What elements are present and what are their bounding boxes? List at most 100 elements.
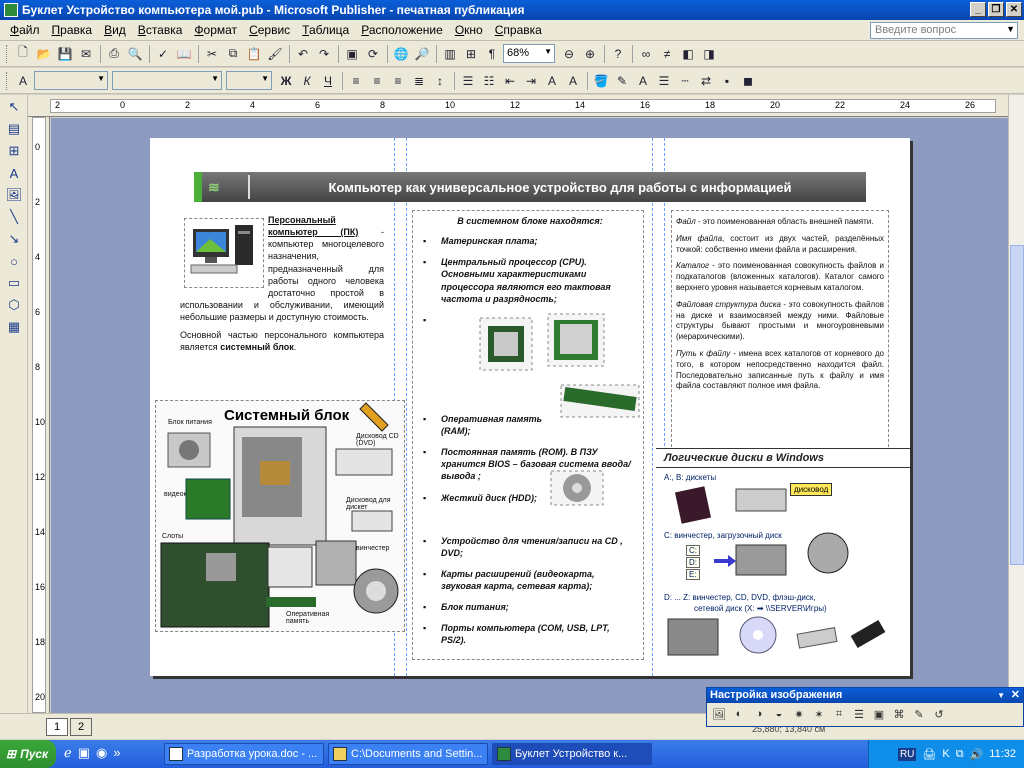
more-contrast-icon[interactable]: ◑ [749,705,769,723]
print-preview-icon[interactable]: 🔍 [125,44,145,64]
bullets-icon[interactable]: ☷ [479,71,499,91]
menu-view[interactable]: Вид [98,23,132,37]
increase-font-icon[interactable]: A [563,71,583,91]
volume-icon[interactable]: 🔊 [970,748,984,761]
redo-icon[interactable]: ↷ [314,44,334,64]
format-picture-icon[interactable]: ✎ [909,705,929,723]
text-box-icon[interactable]: ▤ [3,119,25,139]
intel-cpu-image[interactable] [546,312,606,371]
pilcrow-icon[interactable]: ¶ [482,44,502,64]
menu-arrange[interactable]: Расположение [355,23,449,37]
menu-insert[interactable]: Вставка [132,23,189,37]
system-block-contents[interactable]: В системном блоке находятся: Материнская… [412,210,644,660]
minimize-button[interactable]: _ [970,2,986,17]
zoom-icon[interactable]: 🔎 [412,44,432,64]
design-gallery-icon[interactable]: ▦ [3,317,25,337]
cut-icon[interactable]: ✂ [202,44,222,64]
close-button[interactable]: ✕ [1006,2,1022,17]
open-icon[interactable]: 📂 [34,44,54,64]
page-tab-2[interactable]: 2 [70,718,92,736]
ie-icon[interactable]: ℯ [64,745,72,761]
quicklaunch-more-icon[interactable]: » [113,745,120,761]
restore-button[interactable]: ❐ [988,2,1004,17]
insert-picture-icon[interactable]: 🖼 [709,705,729,723]
numbering-icon[interactable]: ☰ [458,71,478,91]
research-icon[interactable]: 📖 [174,44,194,64]
compress-icon[interactable]: ▣ [869,705,889,723]
autoshapes-icon[interactable]: ⬡ [3,295,25,315]
underline-icon[interactable]: Ч [318,71,338,91]
insert-hyperlink-icon[interactable]: 🌐 [391,44,411,64]
hdd-image[interactable] [550,470,604,509]
toolbar-grip[interactable] [6,71,9,90]
font-select[interactable]: ▼ [112,71,222,90]
language-indicator[interactable]: RU [897,747,917,761]
menu-edit[interactable]: Правка [46,23,99,37]
oval-icon[interactable]: ○ [3,251,25,271]
line-style-icon[interactable]: ☰ [654,71,674,91]
style-select[interactable]: ▼ [34,71,108,90]
system-block-picture[interactable]: Системный блок Блок питания видеокарта С… [155,400,405,632]
select-arrow-icon[interactable]: ↖ [3,97,25,117]
file-definitions-frame[interactable]: Файл - это поименованная область внешней… [671,210,889,452]
wordart-icon[interactable]: A [3,163,25,183]
toolbar-grip[interactable] [6,44,9,63]
publication-page[interactable]: ≋ Компьютер как универсальное устройство… [150,138,910,676]
align-right-icon[interactable]: ≡ [388,71,408,91]
menu-format[interactable]: Формат [188,23,243,37]
menu-file[interactable]: Файл [4,23,46,37]
columns-icon[interactable]: ▥ [440,44,460,64]
picture-icon[interactable]: 🖼 [3,185,25,205]
justify-icon[interactable]: ≣ [409,71,429,91]
bring-forward-icon[interactable]: ▣ [342,44,362,64]
copy-icon[interactable]: ⧉ [223,44,243,64]
antivirus-icon[interactable]: K [942,748,949,760]
start-button[interactable]: ⊞ Пуск [0,740,56,768]
bold-icon[interactable]: Ж [276,71,296,91]
chevron-down-icon[interactable]: ▼ [1006,24,1015,34]
task-publisher[interactable]: Буклет Устройство к... [492,743,652,765]
align-center-icon[interactable]: ≡ [367,71,387,91]
line-spacing-icon[interactable]: ↕ [430,71,450,91]
menu-table[interactable]: Таблица [296,23,355,37]
color-icon[interactable]: ◐ [729,705,749,723]
line-style-icon[interactable]: ☰ [849,705,869,723]
task-word-doc[interactable]: Разработка урока.doc - ... [164,743,324,765]
text-wrapping-icon[interactable]: ⌘ [889,705,909,723]
amd-cpu-image[interactable] [478,316,534,375]
less-contrast-icon[interactable]: ◒ [769,705,789,723]
styles-icon[interactable]: A [13,71,33,91]
vertical-scrollbar[interactable] [1008,95,1024,715]
publisher-app-icon[interactable] [4,3,18,17]
dash-style-icon[interactable]: ┄ [675,71,695,91]
arrow-style-icon[interactable]: ⇄ [696,71,716,91]
prev-frame-icon[interactable]: ◧ [678,44,698,64]
increase-indent-icon[interactable]: ⇥ [521,71,541,91]
next-frame-icon[interactable]: ◨ [699,44,719,64]
horizontal-ruler[interactable]: 20246810121416182022242628 [28,95,1024,117]
chevron-down-icon[interactable]: ▼ [997,688,1005,703]
logical-disks-picture[interactable]: Логические диски в Windows А:, В: дискет… [656,448,910,676]
close-icon[interactable]: ✕ [1011,688,1020,703]
reset-picture-icon[interactable]: ↺ [929,705,949,723]
align-left-icon[interactable]: ≡ [346,71,366,91]
mail-icon[interactable]: ✉ [76,44,96,64]
help-icon[interactable]: ? [608,44,628,64]
help-search-input[interactable]: Введите вопрос ▼ [870,22,1018,39]
font-size-select[interactable]: ▼ [226,71,272,90]
vertical-ruler[interactable]: 0 2 4 6 8 10 12 14 16 18 20 [28,117,50,713]
menu-window[interactable]: Окно [449,23,489,37]
rectangle-icon[interactable]: ▭ [3,273,25,293]
save-icon[interactable]: 💾 [55,44,75,64]
tray-icon[interactable]: 🖨 [922,748,936,761]
desktop-icon[interactable]: ▣ [78,745,90,761]
scroll-thumb[interactable] [1010,245,1024,565]
pc-image[interactable] [184,218,264,288]
decrease-indent-icon[interactable]: ⇤ [500,71,520,91]
unlink-icon[interactable]: ≠ [657,44,677,64]
spelling-icon[interactable]: ✓ [153,44,173,64]
network-icon[interactable]: ⧉ [956,748,964,761]
menu-tools[interactable]: Сервис [243,23,296,37]
3d-icon[interactable]: ◼ [738,71,758,91]
more-brightness-icon[interactable]: ✷ [789,705,809,723]
